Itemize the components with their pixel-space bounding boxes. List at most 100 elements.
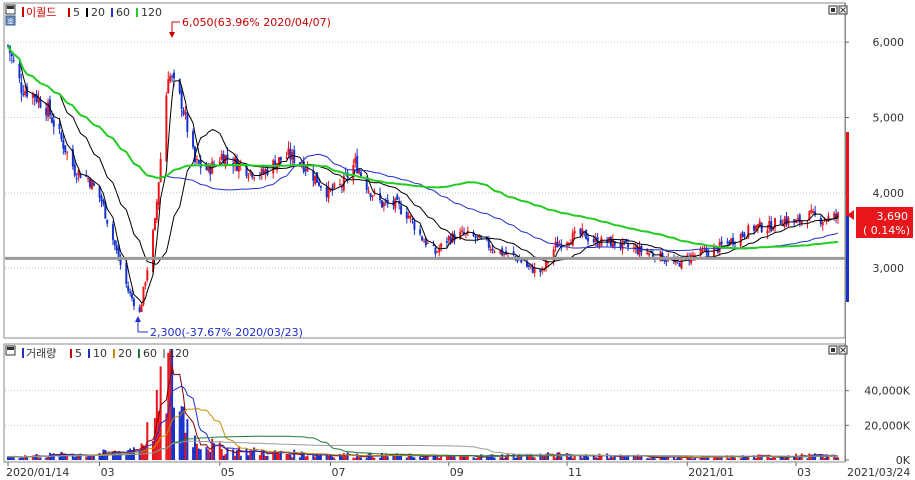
legend-marker — [163, 349, 165, 358]
candle-body — [382, 202, 385, 207]
volume-bar — [356, 453, 359, 460]
volume-bar — [342, 453, 345, 460]
legend-label: 5 — [75, 347, 82, 360]
legend-marker — [113, 349, 115, 358]
candle-body — [648, 253, 651, 256]
candle-body — [768, 221, 771, 229]
candle-body — [173, 72, 175, 79]
volume-panel-frame — [3, 343, 846, 463]
volume-bar — [379, 457, 382, 460]
candle-body — [810, 210, 813, 213]
candle-body — [10, 53, 13, 57]
volume-bar — [646, 458, 649, 460]
candle-body — [571, 232, 574, 246]
candle-body — [445, 241, 448, 243]
volume-bar — [478, 457, 481, 460]
volume-bar — [774, 457, 777, 460]
candle-body — [325, 187, 328, 197]
date-tick-label: 09 — [450, 466, 464, 479]
candle-body — [73, 164, 76, 176]
candle-body — [499, 250, 502, 254]
volume-bar — [344, 455, 347, 460]
low-annotation-text: 2,300(-37.67% 2020/03/23) — [150, 326, 303, 339]
candle-body — [503, 253, 506, 255]
candle-body — [461, 230, 464, 232]
volume-bar — [373, 457, 376, 460]
candle-body — [140, 304, 143, 313]
candle-body — [400, 205, 403, 215]
volume-bar — [560, 456, 563, 460]
candle-body — [701, 250, 704, 252]
candle-body — [754, 225, 757, 230]
volume-bar — [132, 447, 135, 460]
candle-body — [419, 229, 422, 235]
volume-bar — [506, 454, 509, 460]
candle-body — [24, 90, 27, 95]
candle-body — [184, 112, 187, 114]
volume-bar — [493, 457, 496, 460]
volume-bar — [596, 457, 599, 460]
price-tick-label: 4,000 — [873, 187, 905, 200]
candle-body — [90, 180, 93, 190]
volume-bar — [371, 456, 374, 460]
candle-body — [520, 259, 523, 263]
candle-body — [111, 224, 114, 240]
candle-body — [476, 235, 479, 237]
candle-body — [180, 90, 183, 109]
volume-bar — [449, 456, 452, 460]
date-tick-label: 2021/01 — [688, 466, 734, 479]
volume-bar — [386, 456, 389, 460]
volume-bar — [438, 458, 441, 460]
svg-text:호: 호 — [7, 18, 14, 26]
candle-body — [567, 242, 570, 245]
candle-body — [369, 193, 372, 197]
volume-bar — [648, 458, 651, 460]
date-tick-label: 03 — [101, 466, 115, 479]
volume-bar — [209, 451, 212, 460]
volume-bar — [18, 458, 21, 460]
candle-body — [579, 229, 582, 235]
volume-bar — [598, 453, 601, 460]
volume-bar — [367, 453, 370, 460]
candle-body — [359, 172, 362, 176]
candle-body — [546, 262, 549, 264]
candle-body — [438, 248, 441, 253]
volume-bar — [89, 455, 92, 460]
volume-bar — [463, 456, 466, 460]
candle-body — [62, 140, 65, 149]
candle-body — [131, 293, 134, 299]
candle-body — [421, 236, 424, 241]
candle-body — [474, 236, 477, 239]
volume-bar — [634, 456, 637, 460]
current-change: ( 0.14%) — [863, 224, 910, 237]
volume-bar — [75, 455, 78, 460]
candle-body — [262, 170, 265, 173]
volume-bar — [285, 454, 288, 460]
date-tick-label: 07 — [331, 466, 345, 479]
candle-body — [60, 132, 63, 140]
candle-body — [52, 120, 55, 127]
volume-bar — [304, 456, 307, 460]
volume-bar — [340, 456, 343, 460]
volume-bar — [354, 457, 357, 460]
volume-bar — [220, 449, 223, 460]
candle-body — [726, 242, 729, 244]
volume-bar — [289, 454, 292, 460]
volume-bar — [239, 455, 242, 460]
volume-bar — [693, 458, 696, 460]
candle-body — [129, 291, 132, 294]
candle-body — [743, 234, 746, 238]
candle-body — [705, 248, 708, 253]
volume-bar — [352, 457, 355, 460]
candle-body — [50, 117, 53, 123]
candle-body — [753, 225, 756, 231]
volume-bar — [835, 457, 838, 460]
price-range-bar-up — [846, 132, 849, 216]
volume-bar — [499, 457, 502, 460]
volume-bar — [346, 452, 349, 460]
candle-body — [621, 240, 624, 250]
stock-chart: 6,0005,0004,0003,000 40,000K20,000K0K 20… — [3, 2, 913, 479]
right-axis-divider — [845, 3, 846, 462]
volume-bar — [224, 454, 227, 460]
volume-bar — [609, 456, 612, 460]
